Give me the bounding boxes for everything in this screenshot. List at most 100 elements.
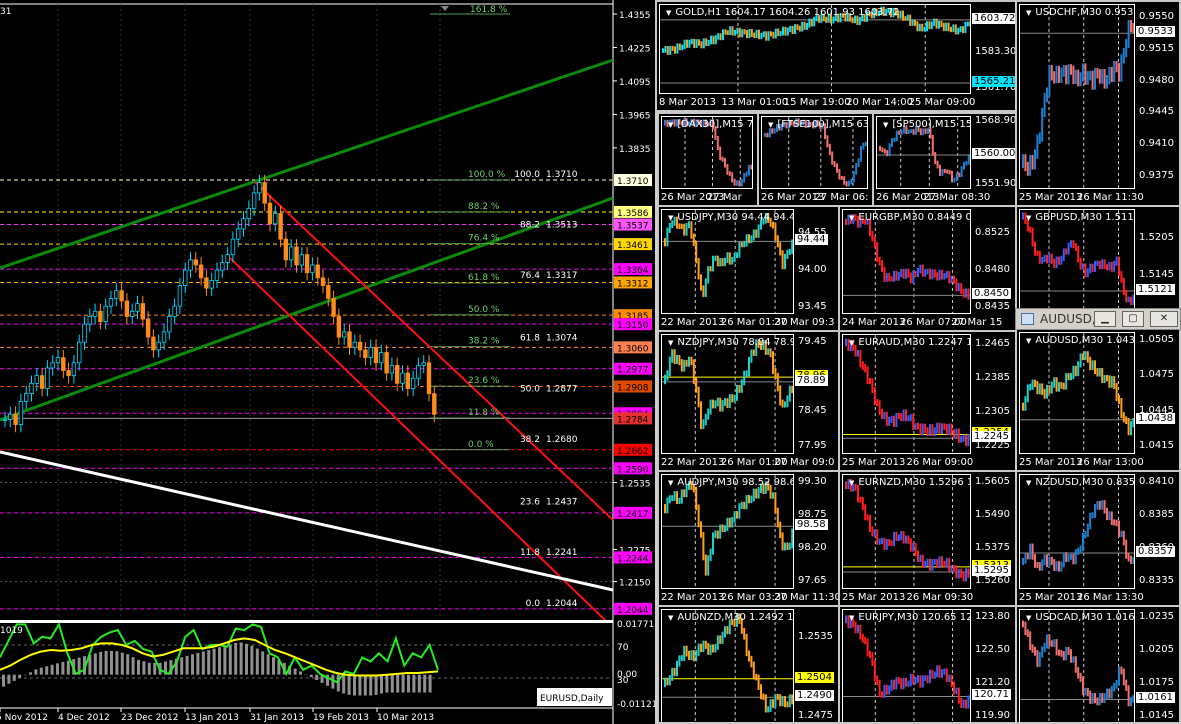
- price-tick-label: 1.2475: [798, 710, 833, 722]
- plot-area[interactable]: ▼ USDJPY,M30 94.44 94.49 94.: [661, 209, 794, 314]
- dropdown-triangle-icon[interactable]: ▼: [849, 339, 854, 347]
- chart-symbol-quote: USDCAD,M30 1.0166 1: [1035, 612, 1135, 623]
- price-tick-label: 1583.30: [975, 46, 1017, 58]
- chart-panel-audnzd[interactable]: ▼ AUDNZD,M30 1.2492 1.249 1.2535 1.2475 1.25…: [657, 605, 840, 724]
- price-tag-label: 1.3710: [617, 177, 649, 187]
- candle-body: [114, 290, 119, 299]
- date-label: 25 Mar 2013: [1019, 592, 1083, 603]
- plot-area[interactable]: ▼ [FTSE100],M15 6381: [761, 116, 868, 189]
- dropdown-triangle-icon[interactable]: ▼: [668, 479, 673, 487]
- chart-panel-usdjpy[interactable]: ▼USDJPY,M30 94.44 94.49 94.94.5594.0093.…: [657, 205, 840, 332]
- minimize-button[interactable]: ▁: [1094, 311, 1116, 327]
- candle-body: [389, 364, 395, 374]
- candle-body: [98, 310, 103, 322]
- dropdown-triangle-icon[interactable]: ▼: [668, 121, 673, 129]
- chart-panel-gbpusd[interactable]: ▼ GBPUSD,M30 1.5117 1. 1.5205 1.5145 1.5121: [1015, 205, 1181, 310]
- plot-area[interactable]: ▼ GOLD,H1 1604.17 1604.26 1601.93 1603.72: [659, 4, 971, 94]
- dropdown-triangle-icon[interactable]: ▼: [849, 214, 854, 222]
- main-chart-canvas[interactable]: 161.8 % 100.0 % 88.2 % 76.4 % 61.8 % 50.0 % 38…: [0, 0, 655, 724]
- indicator-tick-label: 70: [617, 643, 629, 653]
- chart-panel-gold[interactable]: ▼ GOLD,H1 1604.17 1604.26 1601.93 1603.72…: [655, 0, 1017, 112]
- price-tick-label: 1.0205: [1139, 643, 1174, 655]
- eurusd-daily-chart[interactable]: 161.8 % 100.0 % 88.2 % 76.4 % 61.8 % 50.0 % 38…: [0, 0, 655, 724]
- chart-panel-usdcad[interactable]: ▼ USDCAD,M30 1.0166 1 1.0235 1.0205 1.0175 1.…: [1015, 605, 1181, 724]
- chart-title: ▼ NZDUSD,M30 0.8352 0.: [1026, 477, 1134, 488]
- chart-panel-eurnzd[interactable]: ▼ EURNZD,M30 1.5296 1.53 1.5605 1.5490 1.537…: [838, 470, 1017, 607]
- histogram-bar: [142, 661, 146, 675]
- plot-area[interactable]: ▼ USDCHF,M30 0.9537 0.9: [1019, 4, 1135, 189]
- candle-body: [161, 331, 167, 343]
- current-price-tag: 78.89: [795, 374, 828, 386]
- dropdown-triangle-icon[interactable]: ▼: [668, 339, 673, 347]
- plot-area[interactable]: ▼ AUDJPY,M30 98.52 98.60 98: [661, 474, 794, 589]
- dropdown-triangle-icon[interactable]: ▼: [668, 214, 673, 222]
- dropdown-triangle-icon[interactable]: ▼: [768, 121, 773, 129]
- dropdown-triangle-icon[interactable]: ▼: [1026, 337, 1031, 345]
- fib-extension-level: 100.0: [514, 170, 540, 180]
- price-tick-label: 0.9410: [1139, 138, 1174, 150]
- candle-body: [283, 238, 289, 261]
- dropdown-triangle-icon[interactable]: ▼: [1026, 214, 1031, 222]
- dropdown-triangle-icon[interactable]: ▼: [883, 121, 888, 129]
- chart-panel-sp500[interactable]: ▼[SP500],M15 15591568.901560.001551.9015…: [872, 112, 1017, 207]
- dropdown-triangle-icon[interactable]: ▼: [1026, 614, 1031, 622]
- chart-title: ▼ [FTSE100],M15 6381: [768, 119, 867, 130]
- price-tag-label: 1.3364: [617, 266, 649, 276]
- candle-body: [55, 357, 61, 364]
- histogram-bar: [390, 674, 394, 693]
- histogram-bar: [358, 674, 362, 696]
- close-button[interactable]: ✕: [1150, 311, 1178, 327]
- dropdown-triangle-icon[interactable]: ▼: [1026, 479, 1031, 487]
- plot-area[interactable]: ▼ NZDJPY,M30 78.84 78.91 78.8: [661, 334, 794, 454]
- fib-retracement-label: 61.8 %: [468, 273, 500, 283]
- chart-panel-audusd[interactable]: ▼AUDUSD,M30 1.0433 11.05051.04751.04451.…: [1015, 328, 1181, 472]
- dropdown-triangle-icon[interactable]: ▼: [668, 614, 673, 622]
- plot-area[interactable]: ▼ USDCAD,M30 1.0166 1: [1019, 609, 1135, 722]
- chart-panel-ftse100[interactable]: ▼[FTSE100],M15 638126 Mar 201327 Mar 06:: [757, 112, 874, 207]
- chart-panel-euraud[interactable]: ▼ EURAUD,M30 1.2247 1.22 1.2465 1.2385 1.230…: [838, 330, 1017, 472]
- date-label: 27 Mar 15: [951, 317, 1003, 328]
- plot-area[interactable]: ▼ AUDUSD,M30 1.0433 1: [1019, 332, 1135, 454]
- histogram-bar: [407, 674, 410, 693]
- histogram-bar: [110, 650, 113, 675]
- plot-area[interactable]: ▼ GBPUSD,M30 1.5117 1.: [1019, 209, 1135, 308]
- chart-panel-nzdusd[interactable]: ▼NZDUSD,M30 0.8352 0.0.84100.83850.83600…: [1015, 470, 1181, 607]
- dropdown-triangle-icon[interactable]: ▼: [1026, 9, 1031, 17]
- histogram-bar: [2, 674, 5, 687]
- plot-area[interactable]: ▼ EURJPY,M30 120.65 120.7: [842, 609, 971, 722]
- chart-title: ▼ AUDJPY,M30 98.52 98.60 98: [668, 477, 793, 488]
- dropdown-triangle-icon[interactable]: ▼: [666, 9, 671, 17]
- candle-body: [209, 280, 214, 289]
- histogram-bar: [309, 674, 313, 678]
- price-tick-label: 1.0505: [1139, 334, 1174, 346]
- histogram-bar: [299, 671, 302, 675]
- plot-area[interactable]: ▼ AUDNZD,M30 1.2492 1.249: [661, 609, 794, 722]
- audusd-window-titlebar[interactable]: AUDUSD,... ▁ ▢ ✕: [1015, 308, 1181, 330]
- maximize-button[interactable]: ▢: [1122, 311, 1144, 327]
- plot-area[interactable]: ▼ EURAUD,M30 1.2247 1.22: [842, 334, 971, 454]
- plot-area[interactable]: ▼ EURGBP,M30 0.8449 0.845: [842, 209, 971, 314]
- chart-panel-eurgbp[interactable]: ▼ EURGBP,M30 0.8449 0.845 0.8525 0.8480 0.84…: [838, 205, 1017, 332]
- candle-body: [103, 305, 108, 322]
- date-label: 26 Mar 11:30: [1077, 192, 1144, 203]
- chart-panel-eurjpy[interactable]: ▼ EURJPY,M30 120.65 120.7 123.80 122.50 121.…: [838, 605, 1017, 724]
- price-tick-label: 1.3965: [619, 111, 651, 121]
- dropdown-triangle-icon[interactable]: ▼: [849, 479, 854, 487]
- plot-area[interactable]: ▼ [SP500],M15 1559: [876, 116, 971, 189]
- chart-panel-nzdjpy[interactable]: ▼ NZDJPY,M30 78.84 78.91 78.8 79.45 78.45 77…: [657, 330, 840, 472]
- histogram-bar: [34, 669, 38, 675]
- price-tag-label: 1.3586: [617, 209, 649, 219]
- histogram-bar: [180, 657, 184, 675]
- plot-area[interactable]: ▼ [DAX30],M15 77: [661, 116, 753, 189]
- price-tick-label: 1.2465: [975, 338, 1010, 350]
- dropdown-triangle-icon[interactable]: ▼: [849, 614, 854, 622]
- chart-panel-audjpy[interactable]: ▼AUDJPY,M30 98.52 98.60 9899.3098.7598.2…: [657, 470, 840, 607]
- plot-area[interactable]: ▼ EURNZD,M30 1.5296 1.53: [842, 474, 971, 589]
- date-label: 22 Mar 2013: [661, 317, 725, 328]
- candle-body: [257, 182, 262, 194]
- chart-panel-usdchf[interactable]: ▼ USDCHF,M30 0.9537 0.9 0.9550 0.9515 0.9480…: [1015, 0, 1181, 207]
- histogram-bar: [126, 654, 130, 675]
- chart-panel-dax30[interactable]: ▼ [DAX30],M15 77 26 Mar 2013 27 Mar: [657, 112, 759, 207]
- candle-body: [294, 246, 299, 266]
- plot-area[interactable]: ▼ NZDUSD,M30 0.8352 0.: [1019, 474, 1135, 589]
